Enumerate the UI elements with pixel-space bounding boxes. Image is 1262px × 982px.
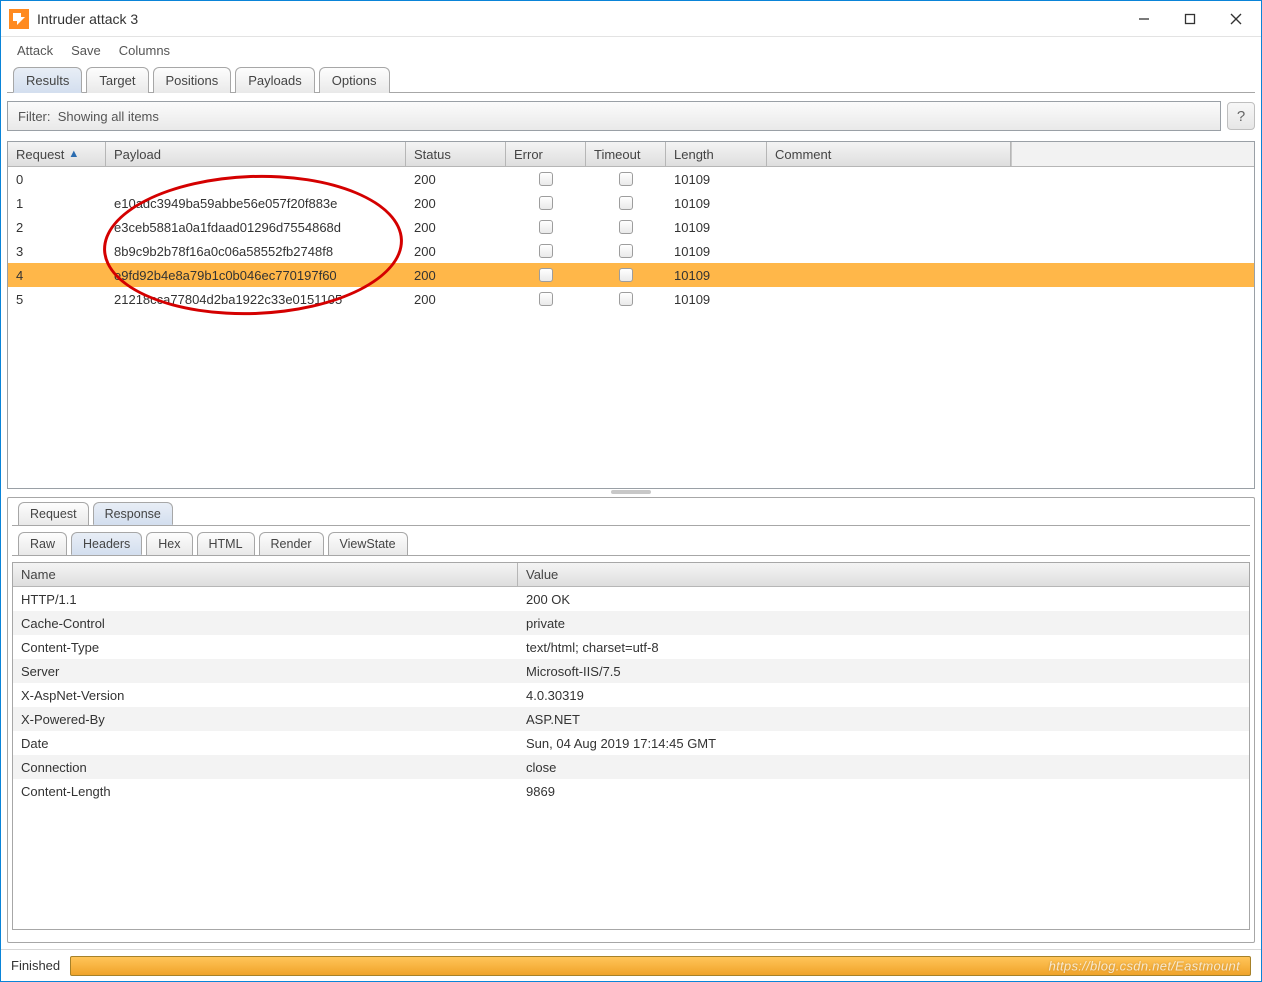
menu-attack[interactable]: Attack (11, 41, 59, 60)
results-scrollhead (1011, 142, 1255, 166)
checkbox-icon (539, 292, 553, 306)
tab-headers[interactable]: Headers (71, 532, 142, 555)
watermark-text: https://blog.csdn.net/Eastmount (1049, 958, 1240, 973)
close-button[interactable] (1213, 4, 1259, 34)
results-body[interactable]: 0200101091e10adc3949ba59abbe56e057f20f88… (8, 167, 1254, 488)
filter-label: Filter: (18, 109, 51, 124)
table-row[interactable]: 1e10adc3949ba59abbe56e057f20f883e2001010… (8, 191, 1254, 215)
checkbox-icon (619, 196, 633, 210)
checkbox-icon (539, 244, 553, 258)
tab-html[interactable]: HTML (197, 532, 255, 555)
results-table: Request ▲ Payload Status Error Timeout L… (7, 141, 1255, 489)
tab-hex[interactable]: Hex (146, 532, 192, 555)
intruder-attack-window: Intruder attack 3 Attack Save Columns Re… (0, 0, 1262, 982)
tab-render[interactable]: Render (259, 532, 324, 555)
header-row[interactable]: Content-Length9869 (13, 779, 1249, 803)
col-payload[interactable]: Payload (106, 142, 406, 166)
filter-row: Filter: Showing all items ? (7, 101, 1255, 131)
tab-results[interactable]: Results (13, 67, 82, 93)
main-tabs: Results Target Positions Payloads Option… (7, 63, 1255, 93)
statusbar: Finished https://blog.csdn.net/Eastmount (1, 949, 1261, 981)
splitter-grip-bottom[interactable] (12, 932, 1250, 942)
header-row[interactable]: Cache-Controlprivate (13, 611, 1249, 635)
menubar: Attack Save Columns (1, 37, 1261, 63)
status-label: Finished (11, 958, 60, 973)
tab-response[interactable]: Response (93, 502, 173, 525)
tab-request[interactable]: Request (18, 502, 89, 525)
minimize-button[interactable] (1121, 4, 1167, 34)
app-icon (9, 9, 29, 29)
header-row[interactable]: HTTP/1.1200 OK (13, 587, 1249, 611)
window-title: Intruder attack 3 (37, 11, 1121, 27)
col-length[interactable]: Length (666, 142, 767, 166)
header-row[interactable]: X-Powered-ByASP.NET (13, 707, 1249, 731)
checkbox-icon (619, 244, 633, 258)
checkbox-icon (539, 220, 553, 234)
tab-viewstate[interactable]: ViewState (328, 532, 408, 555)
tab-target[interactable]: Target (86, 67, 148, 93)
checkbox-icon (619, 172, 633, 186)
headers-body[interactable]: HTTP/1.1200 OKCache-ControlprivateConten… (13, 587, 1249, 929)
checkbox-icon (539, 172, 553, 186)
filter-text: Showing all items (58, 109, 159, 124)
tab-payloads[interactable]: Payloads (235, 67, 314, 93)
splitter-grip-top[interactable] (7, 489, 1255, 495)
tab-options[interactable]: Options (319, 67, 390, 93)
progress-bar: https://blog.csdn.net/Eastmount (70, 956, 1251, 976)
sort-asc-icon: ▲ (68, 148, 79, 160)
filter-bar[interactable]: Filter: Showing all items (7, 101, 1221, 131)
checkbox-icon (539, 268, 553, 282)
col-timeout[interactable]: Timeout (586, 142, 666, 166)
headers-col-value[interactable]: Value (518, 563, 1249, 586)
menu-columns[interactable]: Columns (113, 41, 176, 60)
checkbox-icon (619, 292, 633, 306)
request-response-tabs: Request Response (12, 502, 1250, 526)
headers-col-name[interactable]: Name (13, 563, 518, 586)
view-tabs: Raw Headers Hex HTML Render ViewState (12, 532, 1250, 556)
header-row[interactable]: Connectionclose (13, 755, 1249, 779)
header-row[interactable]: DateSun, 04 Aug 2019 17:14:45 GMT (13, 731, 1249, 755)
help-button[interactable]: ? (1227, 102, 1255, 130)
results-table-header: Request ▲ Payload Status Error Timeout L… (8, 141, 1254, 167)
question-icon: ? (1237, 108, 1245, 125)
headers-table-header: Name Value (13, 563, 1249, 587)
col-comment[interactable]: Comment (767, 142, 1011, 166)
checkbox-icon (619, 268, 633, 282)
maximize-button[interactable] (1167, 4, 1213, 34)
detail-pane: Request Response Raw Headers Hex HTML Re… (7, 497, 1255, 943)
tab-positions[interactable]: Positions (153, 67, 232, 93)
col-error[interactable]: Error (506, 142, 586, 166)
header-row[interactable]: ServerMicrosoft-IIS/7.5 (13, 659, 1249, 683)
table-row[interactable]: 020010109 (8, 167, 1254, 191)
col-request[interactable]: Request ▲ (8, 142, 106, 166)
table-row[interactable]: 2e3ceb5881a0a1fdaad01296d7554868d2001010… (8, 215, 1254, 239)
table-row[interactable]: 38b9c9b2b78f16a0c06a58552fb2748f82001010… (8, 239, 1254, 263)
header-row[interactable]: Content-Typetext/html; charset=utf-8 (13, 635, 1249, 659)
titlebar: Intruder attack 3 (1, 1, 1261, 37)
header-row[interactable]: X-AspNet-Version4.0.30319 (13, 683, 1249, 707)
menu-save[interactable]: Save (65, 41, 107, 60)
checkbox-icon (539, 196, 553, 210)
table-row[interactable]: 521218cca77804d2ba1922c33e01511052001010… (8, 287, 1254, 311)
col-status[interactable]: Status (406, 142, 506, 166)
headers-table: Name Value HTTP/1.1200 OKCache-Controlpr… (12, 562, 1250, 930)
checkbox-icon (619, 220, 633, 234)
table-row[interactable]: 4e9fd92b4e8a79b1c0b046ec770197f602001010… (8, 263, 1254, 287)
tab-raw[interactable]: Raw (18, 532, 67, 555)
